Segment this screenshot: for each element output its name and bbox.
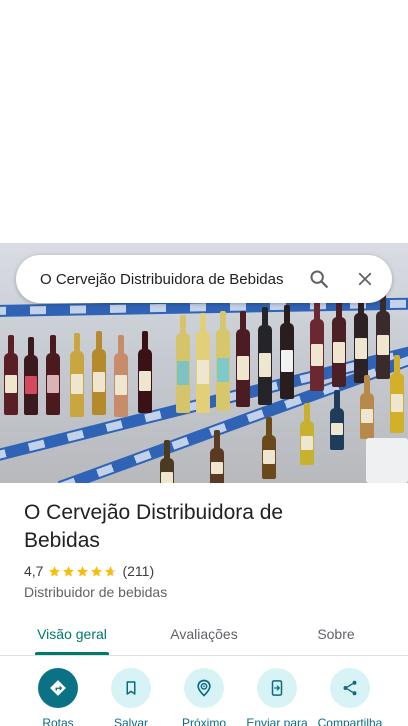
bottle [360,375,374,439]
bottle [196,313,210,413]
nearby-button[interactable]: Próximo [167,668,241,726]
star-half-icon [105,565,117,577]
action-label: Rotas [42,716,74,726]
bottle [46,335,60,415]
search-icon[interactable] [296,255,342,303]
tab-overview[interactable]: Visão geral [24,612,120,656]
place-category: Distribuidor de bebidas [24,584,168,600]
bottle [330,390,344,450]
tab-about[interactable]: Sobre [288,612,384,656]
tab-reviews[interactable]: Avaliações [156,612,252,656]
action-label: Salvar [113,716,148,726]
share-icon [343,680,357,696]
rating-row[interactable]: 4,7 (211) [24,563,154,579]
tab-bar: Visão geral Avaliações Sobre [0,612,408,656]
bottle [300,403,314,465]
star-icon [49,565,61,577]
action-label: Compartilha [317,716,383,726]
send-to-phone-icon [271,680,283,696]
search-input[interactable]: O Cervejão Distribuidora de Bebidas [16,271,296,288]
star-icon [63,565,75,577]
share-button[interactable]: Compartilha [313,668,387,726]
bottle [236,311,250,407]
bottle [280,305,294,399]
bottle [354,295,368,383]
close-icon[interactable] [342,255,388,303]
bottle [4,335,18,415]
star-icon [77,565,89,577]
nearby-icon [197,679,211,697]
bottle [176,315,190,413]
action-buttons: Rotas Salvar Próximo Enviar para Compart… [0,668,408,726]
active-tab-indicator [35,652,109,655]
bottle [258,307,272,405]
bottle [114,335,128,417]
send-to-phone-button[interactable]: Enviar para [240,668,314,726]
freezer [366,438,408,483]
action-label: Enviar para [246,716,308,726]
bottle [92,331,106,415]
bottle [332,299,346,387]
bottle [24,337,38,415]
star-icon [91,565,103,577]
action-label: Próximo [181,716,226,726]
bottle [216,311,230,411]
rating-value: 4,7 [24,563,44,579]
directions-button[interactable]: Rotas [21,668,95,726]
rating-stars [48,565,117,578]
bottle [376,293,390,379]
save-button[interactable]: Salvar [94,668,168,726]
bottle [70,333,84,417]
bookmark-icon [126,681,136,695]
bottle [160,440,174,483]
place-title: O Cervejão Distribuidora de Bebidas [24,501,284,552]
directions-icon [50,680,66,696]
bottle [390,355,404,433]
bottle [262,417,276,479]
search-bar[interactable]: O Cervejão Distribuidora de Bebidas [16,255,392,303]
bottle [138,331,152,413]
bottle [210,430,224,483]
bottle [310,301,324,391]
review-count[interactable]: (211) [122,563,154,579]
